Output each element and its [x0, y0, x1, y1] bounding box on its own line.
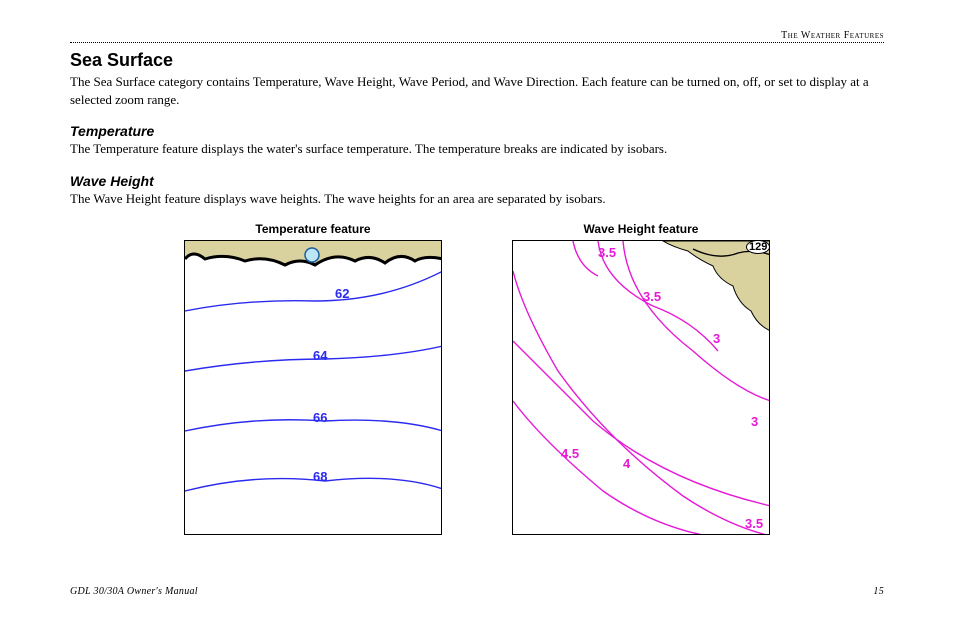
isobar-label: 66	[313, 410, 327, 425]
isobar-label: 64	[313, 348, 327, 363]
isobar-label: 3	[751, 414, 758, 429]
caption-wave-height: Wave Height feature	[584, 222, 699, 236]
subhead-wave-height: Wave Height	[70, 173, 884, 189]
isobar-label: 62	[335, 286, 349, 301]
isobar-label: 3	[713, 331, 720, 346]
header-divider	[70, 42, 884, 43]
running-head: The Weather Features	[781, 30, 884, 41]
isobar-label: 3.5	[598, 245, 616, 260]
subhead-temperature: Temperature	[70, 123, 884, 139]
caption-temperature: Temperature feature	[255, 222, 370, 236]
map-temperature: 62 64 66 68	[184, 240, 442, 535]
isobar-label: 4	[623, 456, 630, 471]
body-wave-height: The Wave Height feature displays wave he…	[70, 190, 884, 208]
footer-manual-title: GDL 30/30A Owner's Manual	[70, 586, 198, 597]
isobar-label: 4.5	[561, 446, 579, 461]
body-temperature: The Temperature feature displays the wat…	[70, 140, 884, 158]
isobar-label: 68	[313, 469, 327, 484]
route-shield: 129	[746, 240, 770, 254]
map-wave-height: 3.5 3.5 3 3 4.5 4 3.5 129	[512, 240, 770, 535]
section-title: Sea Surface	[70, 50, 884, 71]
isobar-label: 3.5	[745, 516, 763, 531]
map-temperature-svg	[185, 241, 442, 535]
section-intro: The Sea Surface category contains Temper…	[70, 73, 884, 109]
footer-page-number: 15	[873, 586, 884, 597]
isobar-label: 3.5	[643, 289, 661, 304]
map-wave-height-svg	[513, 241, 770, 535]
